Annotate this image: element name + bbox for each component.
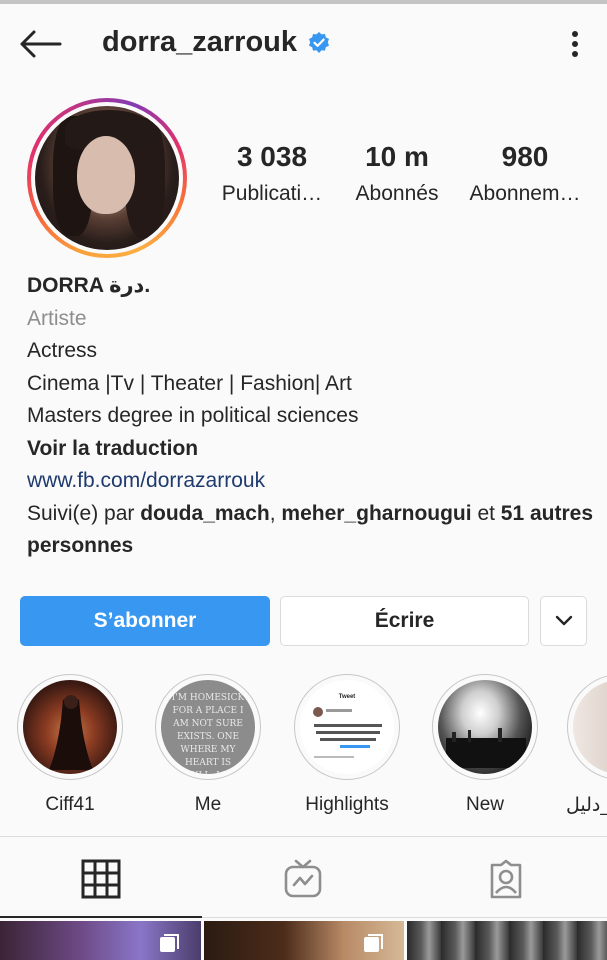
highlight-item[interactable]: New: [425, 674, 545, 816]
stat-following-count: 980: [501, 141, 549, 172]
tagged-person-icon: [490, 859, 522, 899]
stat-following-label: Abonnem…: [469, 182, 581, 205]
stat-followers[interactable]: 10 m Abonnés: [347, 140, 447, 206]
profile-website-link[interactable]: www.fb.com/dorrazarrouk: [27, 465, 597, 498]
arrow-left-icon: [20, 30, 62, 58]
verified-badge-icon: [309, 31, 330, 53]
profile-full-name: DORRA درة.: [27, 274, 151, 297]
profile-username-row: dorra_zarrouk: [102, 26, 331, 59]
carousel-icon: [364, 934, 383, 952]
active-tab-indicator: [0, 916, 202, 918]
profile-category: Artiste: [27, 306, 87, 330]
highlight-item[interactable]: I'M HOMESICK FOR A PLACE I AM NOT SURE E…: [148, 674, 268, 816]
tab-igtv[interactable]: [202, 840, 404, 918]
follow-button[interactable]: S’abonner: [20, 596, 270, 646]
bio-line: Actress: [27, 339, 98, 362]
highlight-label: Me: [194, 794, 222, 815]
highlight-label: Highlights: [305, 794, 389, 815]
highlight-item[interactable]: Ciff41: [10, 674, 130, 816]
profile-avatar-story-ring[interactable]: [27, 98, 187, 258]
message-button[interactable]: Écrire: [280, 596, 529, 646]
see-translation-link[interactable]: Voir la traduction: [27, 433, 597, 466]
profile-stats: 3 038 Publicati… 10 m Abonnés 980 Abonne…: [205, 140, 605, 220]
bio-line: Cinema |Tv | Theater | Fashion| Art: [27, 371, 352, 395]
stat-followers-count: 10 m: [365, 141, 429, 172]
highlight-label: Ciff41: [45, 794, 95, 815]
profile-username: dorra_zarrouk: [102, 26, 298, 58]
carousel-icon: [160, 934, 179, 952]
story-highlights-tray: Ciff41 I'M HOMESICK FOR A PLACE I AM NOT…: [0, 674, 607, 824]
highlight-item[interactable]: دليل_: [560, 674, 607, 817]
highlight-cover-image: [23, 680, 117, 774]
posts-grid: [0, 921, 607, 960]
profile-header: dorra_zarrouk: [0, 4, 607, 86]
post-thumbnail[interactable]: [204, 921, 404, 960]
highlight-cover-image: [438, 680, 532, 774]
tabs-bottom-border: [202, 917, 607, 918]
highlight-cover-image: [573, 680, 607, 774]
stat-following[interactable]: 980 Abonnem…: [461, 140, 589, 206]
igtv-icon: [284, 859, 322, 898]
bio-line: Masters degree in political sciences: [27, 404, 359, 427]
profile-bio: DORRA درة. Artiste Actress Cinema |Tv | …: [27, 270, 597, 563]
stat-posts[interactable]: 3 038 Publicati…: [213, 140, 331, 206]
suggested-accounts-button[interactable]: [540, 596, 587, 646]
highlight-item[interactable]: Tweet Highlights: [287, 674, 407, 816]
more-vertical-icon: [572, 31, 578, 57]
post-thumbnail[interactable]: [407, 921, 607, 960]
tab-grid[interactable]: [0, 840, 202, 918]
followed-by-user[interactable]: douda_mach: [140, 502, 270, 525]
stat-posts-count: 3 038: [236, 141, 308, 172]
chevron-down-icon: [555, 615, 572, 626]
followed-by-text[interactable]: Suivi(e) par douda_mach, meher_gharnougu…: [27, 498, 597, 563]
more-options-button[interactable]: [555, 24, 595, 64]
highlight-cover-image: Tweet: [300, 680, 394, 774]
tab-tagged[interactable]: [405, 840, 607, 918]
highlight-cover-image: I'M HOMESICK FOR A PLACE I AM NOT SURE E…: [161, 680, 255, 774]
post-thumbnail[interactable]: [0, 921, 201, 960]
followed-by-user[interactable]: meher_gharnougui: [281, 502, 471, 525]
highlight-label: New: [465, 794, 504, 815]
stat-posts-label: Publicati…: [221, 182, 323, 205]
tabs-divider: [0, 836, 607, 837]
highlight-label: دليل_: [566, 795, 607, 816]
avatar: [35, 106, 179, 250]
stat-followers-label: Abonnés: [355, 182, 439, 205]
grid-icon: [81, 859, 121, 899]
back-button[interactable]: [14, 24, 66, 64]
